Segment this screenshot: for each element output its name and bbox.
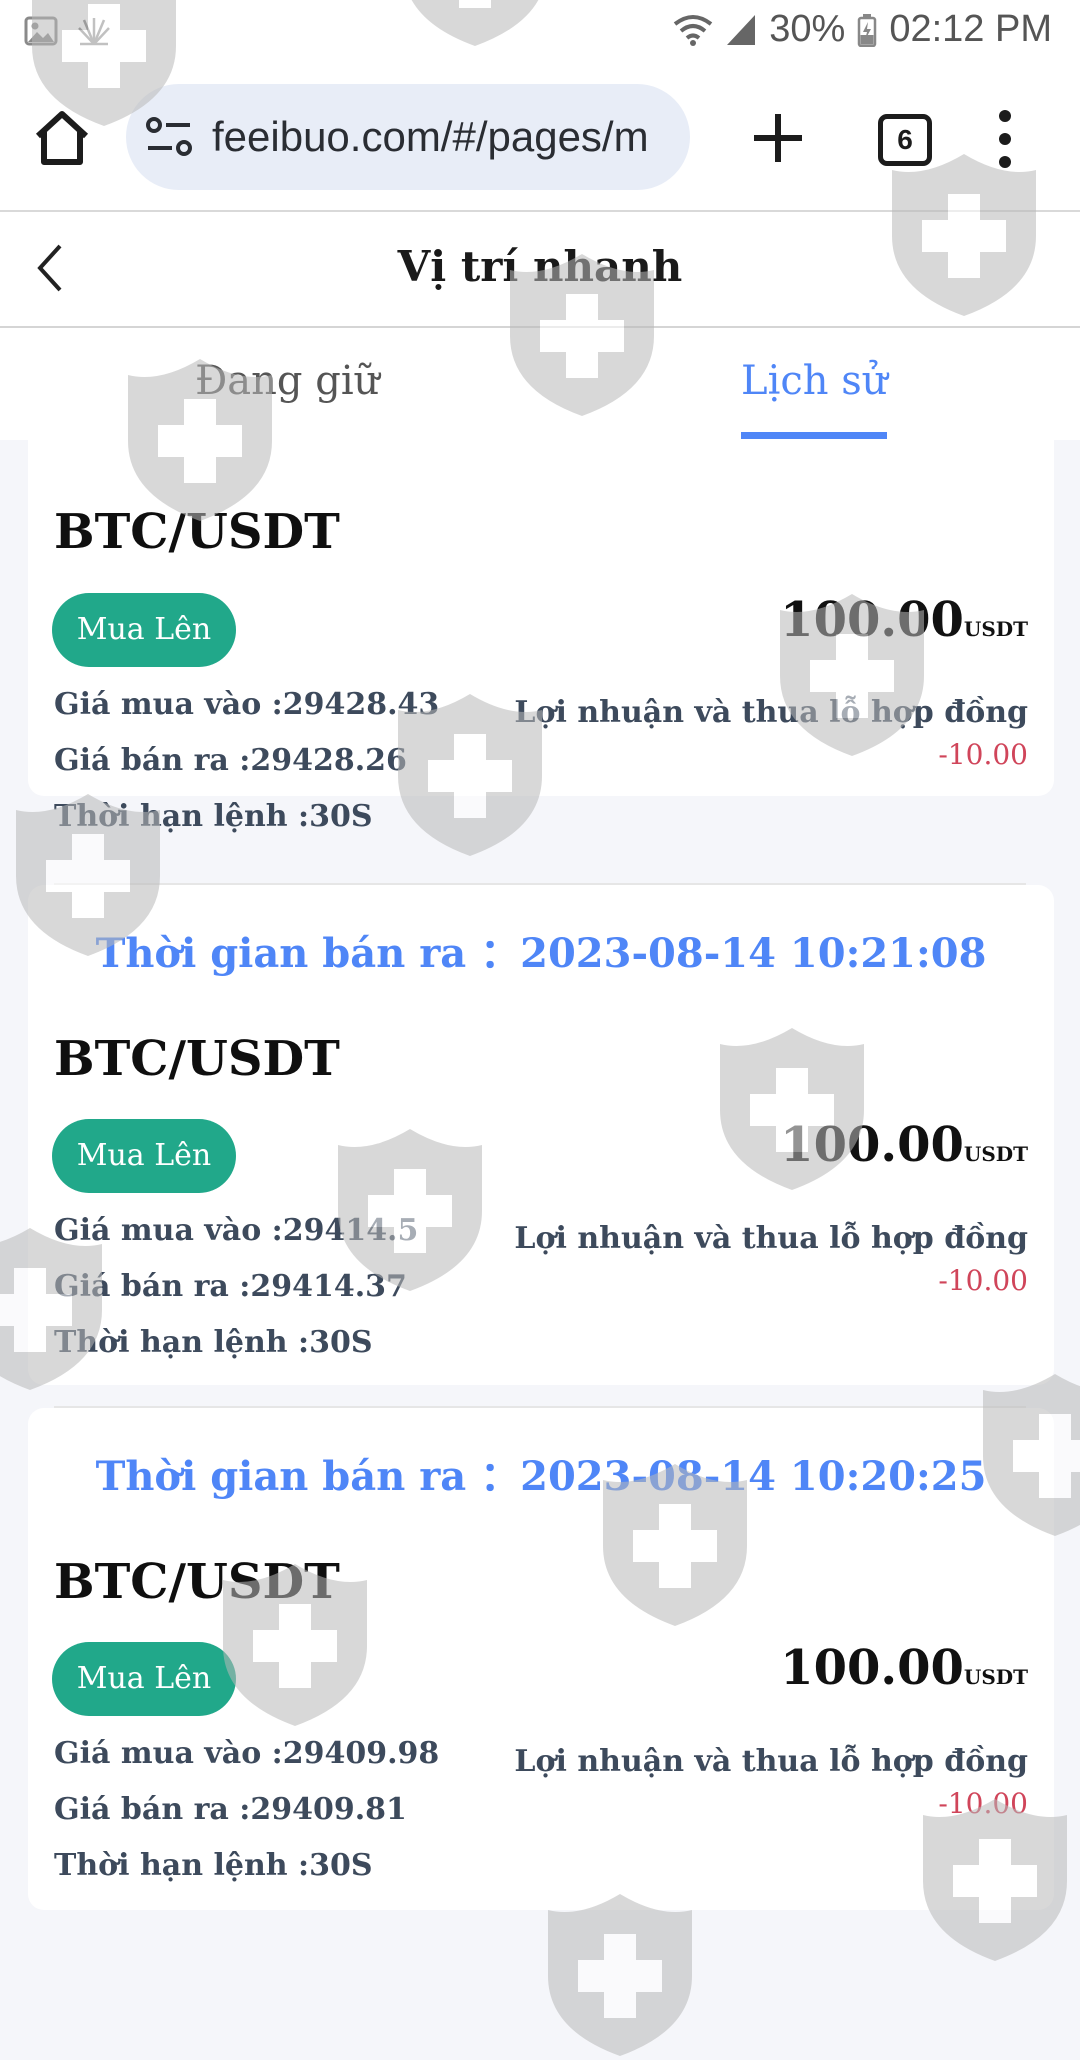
site-settings-icon[interactable] (142, 108, 200, 166)
signal-icon (727, 14, 756, 45)
order-duration: Thời hạn lệnh :30S (54, 799, 373, 834)
profit-loss-value: -10.00 (938, 1264, 1028, 1297)
tab-history[interactable]: Lịch sử (741, 358, 888, 404)
new-tab-icon[interactable] (746, 106, 810, 170)
direction-badge: Mua Lên (52, 593, 236, 667)
profit-loss-value: -10.00 (938, 738, 1028, 771)
amount-value: 100.00 (780, 1640, 964, 1696)
profit-loss-label: Lợi nhuận và thua lỗ hợp đồng (514, 1221, 1028, 1256)
profit-loss-value: -10.00 (938, 1787, 1028, 1820)
more-menu-icon[interactable] (990, 108, 1020, 170)
address-bar[interactable]: feeibuo.com/#/pages/m (126, 84, 690, 190)
app-icon (78, 18, 110, 46)
battery-icon (858, 13, 877, 47)
clock: 02:12 PM (889, 8, 1052, 50)
order-amount: 100.00USDT (780, 1640, 1028, 1696)
sell-price: Giá bán ra :29428.26 (54, 743, 407, 778)
sell-time: Thời gian bán ra ：2023-08-14 10:21:08 (95, 930, 987, 977)
trading-pair: BTC/USDT (54, 1554, 340, 1610)
battery-percent: 30% (769, 8, 846, 50)
trading-pair: BTC/USDT (54, 504, 340, 560)
amount-unit: USDT (963, 617, 1028, 641)
order-amount: 100.00USDT (780, 592, 1028, 648)
sell-price: Giá bán ra :29414.37 (54, 1269, 407, 1304)
tab-switcher-button[interactable]: 6 (878, 114, 932, 166)
profit-loss-label: Lợi nhuận và thua lỗ hợp đồng (514, 1744, 1028, 1779)
url-text[interactable]: feeibuo.com/#/pages/m (212, 113, 672, 161)
buy-price: Giá mua vào :29414.5 (54, 1213, 419, 1248)
active-tab-indicator (741, 432, 887, 439)
amount-value: 100.00 (780, 592, 964, 648)
tab-bar: Đang giữ Lịch sử (0, 328, 1080, 440)
gallery-icon (24, 16, 58, 46)
status-bar: 30% 02:12 PM (0, 0, 1080, 64)
buy-price: Giá mua vào :29428.43 (54, 687, 440, 722)
direction-badge: Mua Lên (52, 1119, 236, 1193)
trading-pair: BTC/USDT (54, 1031, 340, 1087)
wifi-icon (674, 14, 713, 46)
amount-value: 100.00 (780, 1117, 964, 1173)
sell-time: Thời gian bán ra ：2023-08-14 10:20:25 (95, 1453, 987, 1500)
buy-price: Giá mua vào :29409.98 (54, 1736, 440, 1771)
tab-holding[interactable]: Đang giữ (195, 358, 379, 404)
order-amount: 100.00USDT (780, 1117, 1028, 1173)
direction-badge: Mua Lên (52, 1642, 236, 1716)
sell-price: Giá bán ra :29409.81 (54, 1792, 407, 1827)
order-card[interactable]: BTC/USDT Mua Lên 100.00USDT Giá mua vào … (28, 440, 1054, 834)
home-icon[interactable] (30, 106, 94, 170)
profit-loss-label: Lợi nhuận và thua lỗ hợp đồng (514, 695, 1028, 730)
app-header: Vị trí nhanh (0, 212, 1080, 328)
order-card[interactable]: Thời gian bán ra ：2023-08-14 10:21:08 BT… (28, 885, 1054, 1385)
order-duration: Thời hạn lệnh :30S (54, 1848, 373, 1883)
browser-toolbar: feeibuo.com/#/pages/m 6 (0, 64, 1080, 212)
order-card[interactable]: Thời gian bán ra ：2023-08-14 10:20:25 BT… (28, 1408, 1054, 1910)
page-title: Vị trí nhanh (397, 242, 683, 291)
order-duration: Thời hạn lệnh :30S (54, 1325, 373, 1360)
amount-unit: USDT (963, 1665, 1028, 1689)
amount-unit: USDT (963, 1142, 1028, 1166)
order-history-list[interactable]: BTC/USDT Mua Lên 100.00USDT Giá mua vào … (0, 440, 1080, 1920)
